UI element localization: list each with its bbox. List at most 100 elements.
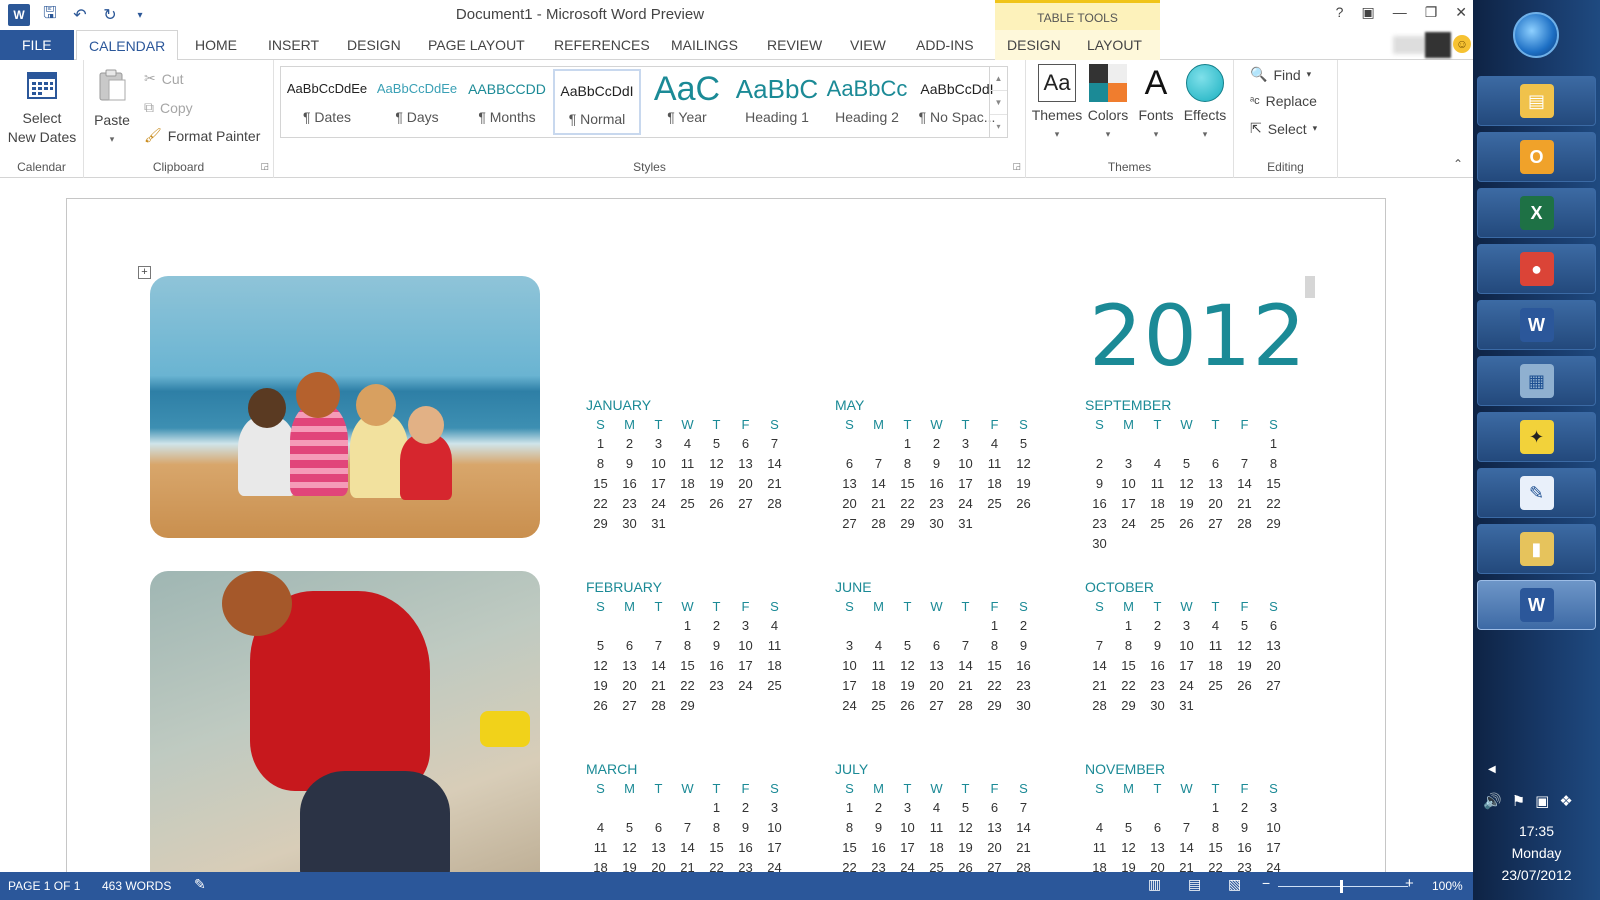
- volume-icon[interactable]: 🔊: [1483, 792, 1502, 810]
- style-heading-2[interactable]: AaBbCc Heading 2: [823, 69, 911, 135]
- day-cell[interactable]: 1: [1114, 616, 1143, 636]
- day-cell[interactable]: 26: [1009, 494, 1038, 514]
- day-cell[interactable]: 26: [951, 858, 980, 872]
- tab-add-ins[interactable]: ADD-INS: [904, 30, 986, 60]
- ribbon-display-options-button[interactable]: ▣: [1361, 4, 1374, 21]
- day-cell[interactable]: 25: [864, 696, 893, 716]
- day-cell[interactable]: 2: [1143, 616, 1172, 636]
- day-cell[interactable]: 15: [1114, 656, 1143, 676]
- day-cell[interactable]: 30: [1085, 534, 1114, 554]
- day-cell[interactable]: 3: [731, 616, 760, 636]
- day-cell[interactable]: 29: [673, 696, 702, 716]
- day-cell[interactable]: 16: [1143, 656, 1172, 676]
- day-cell[interactable]: 6: [1201, 454, 1230, 474]
- day-cell[interactable]: 5: [951, 798, 980, 818]
- day-cell[interactable]: 18: [586, 858, 615, 872]
- day-cell[interactable]: 14: [1172, 838, 1201, 858]
- day-cell[interactable]: 8: [1114, 636, 1143, 656]
- day-cell[interactable]: 10: [731, 636, 760, 656]
- day-cell[interactable]: 21: [644, 676, 673, 696]
- day-cell[interactable]: 11: [980, 454, 1009, 474]
- day-cell[interactable]: 19: [893, 676, 922, 696]
- day-cell[interactable]: 21: [864, 494, 893, 514]
- day-cell[interactable]: 4: [1143, 454, 1172, 474]
- day-cell[interactable]: 26: [1172, 514, 1201, 534]
- day-cell[interactable]: 20: [835, 494, 864, 514]
- network-icon[interactable]: ▣: [1535, 792, 1549, 810]
- format-painter-button[interactable]: 🖌 Format Painter: [144, 127, 260, 144]
- day-cell[interactable]: 10: [835, 656, 864, 676]
- day-cell[interactable]: 6: [644, 818, 673, 838]
- day-cell[interactable]: 7: [1009, 798, 1038, 818]
- tab-calendar[interactable]: CALENDAR: [76, 30, 179, 61]
- tab-file[interactable]: FILE: [0, 30, 74, 60]
- close-button[interactable]: ✕: [1455, 4, 1467, 21]
- day-cell[interactable]: 18: [922, 838, 951, 858]
- day-cell[interactable]: 11: [760, 636, 789, 656]
- day-cell[interactable]: 14: [760, 454, 789, 474]
- gallery-scroll-up-icon[interactable]: ▲: [990, 67, 1007, 91]
- day-cell[interactable]: 30: [922, 514, 951, 534]
- photo-kids-on-beach[interactable]: [150, 276, 540, 538]
- day-cell[interactable]: 16: [864, 838, 893, 858]
- day-cell[interactable]: 3: [644, 434, 673, 454]
- day-cell[interactable]: 4: [980, 434, 1009, 454]
- day-cell[interactable]: 18: [1085, 858, 1114, 872]
- day-cell[interactable]: 20: [1143, 858, 1172, 872]
- start-button-icon[interactable]: [1513, 12, 1559, 58]
- taskbar-word-active-button[interactable]: W: [1477, 580, 1596, 630]
- day-cell[interactable]: 24: [1114, 514, 1143, 534]
- day-cell[interactable]: 25: [760, 676, 789, 696]
- day-cell[interactable]: 14: [1230, 474, 1259, 494]
- day-cell[interactable]: 5: [1230, 616, 1259, 636]
- day-cell[interactable]: 9: [1009, 636, 1038, 656]
- day-cell[interactable]: 30: [1009, 696, 1038, 716]
- day-cell[interactable]: 25: [980, 494, 1009, 514]
- day-cell[interactable]: 24: [644, 494, 673, 514]
- day-cell[interactable]: 9: [1085, 474, 1114, 494]
- style-days[interactable]: AaBbCcDdEe ¶ Days: [373, 69, 461, 135]
- select-button[interactable]: ⇱ Select ▾: [1250, 120, 1317, 137]
- day-cell[interactable]: 19: [1009, 474, 1038, 494]
- day-cell[interactable]: 31: [1172, 696, 1201, 716]
- document-area[interactable]: + 2012 JANUARY S M T W T F S 1 2 3 4 5 6 7 8 9 10: [0, 178, 1473, 872]
- day-cell[interactable]: 14: [1009, 818, 1038, 838]
- day-cell[interactable]: 22: [1259, 494, 1288, 514]
- day-cell[interactable]: 14: [1085, 656, 1114, 676]
- tab-references[interactable]: REFERENCES: [542, 30, 662, 60]
- day-cell[interactable]: 9: [1143, 636, 1172, 656]
- day-cell[interactable]: 29: [980, 696, 1009, 716]
- day-cell[interactable]: 2: [1230, 798, 1259, 818]
- day-cell[interactable]: 8: [1259, 454, 1288, 474]
- day-cell[interactable]: 7: [644, 636, 673, 656]
- document-page[interactable]: + 2012 JANUARY S M T W T F S 1 2 3 4 5 6 7 8 9 10: [66, 198, 1386, 872]
- day-cell[interactable]: 3: [1259, 798, 1288, 818]
- day-cell[interactable]: 15: [1259, 474, 1288, 494]
- day-cell[interactable]: 18: [864, 676, 893, 696]
- tab-table-layout[interactable]: LAYOUT: [1075, 30, 1160, 60]
- day-cell[interactable]: 14: [864, 474, 893, 494]
- day-cell[interactable]: 17: [1114, 494, 1143, 514]
- day-cell[interactable]: 4: [1085, 818, 1114, 838]
- day-cell[interactable]: 11: [673, 454, 702, 474]
- dropbox-icon[interactable]: ❖: [1559, 792, 1572, 810]
- style-dates[interactable]: AaBbCcDdEe ¶ Dates: [283, 69, 371, 135]
- day-cell[interactable]: 6: [922, 636, 951, 656]
- day-cell[interactable]: 7: [1085, 636, 1114, 656]
- day-cell[interactable]: 1: [702, 798, 731, 818]
- day-cell[interactable]: 10: [1114, 474, 1143, 494]
- day-cell[interactable]: 29: [586, 514, 615, 534]
- day-cell[interactable]: 6: [615, 636, 644, 656]
- day-cell[interactable]: 30: [615, 514, 644, 534]
- show-hidden-icons-icon[interactable]: ◀: [1488, 764, 1496, 775]
- day-cell[interactable]: 19: [615, 858, 644, 872]
- day-cell[interactable]: 28: [1230, 514, 1259, 534]
- day-cell[interactable]: 2: [922, 434, 951, 454]
- day-cell[interactable]: 7: [951, 636, 980, 656]
- day-cell[interactable]: 2: [1009, 616, 1038, 636]
- calendar-year[interactable]: 2012: [1089, 287, 1307, 385]
- day-cell[interactable]: 1: [1259, 434, 1288, 454]
- day-cell[interactable]: 1: [893, 434, 922, 454]
- day-cell[interactable]: 4: [922, 798, 951, 818]
- day-cell[interactable]: 1: [586, 434, 615, 454]
